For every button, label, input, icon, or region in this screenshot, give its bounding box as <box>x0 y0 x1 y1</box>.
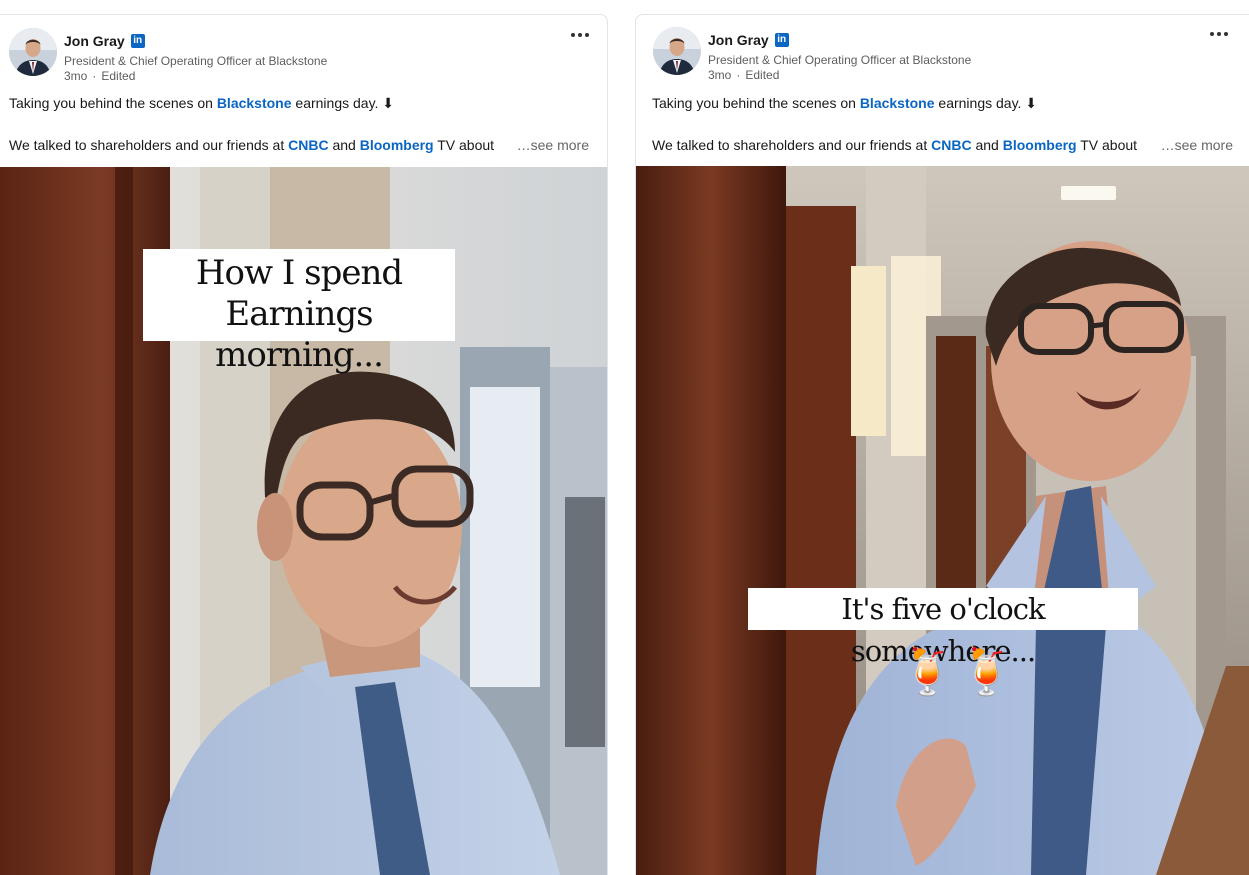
more-horizontal-icon <box>571 33 575 37</box>
text-segment: TV about <box>1076 137 1138 153</box>
video-caption-line-2: Earnings morning... <box>215 294 384 375</box>
more-dot <box>1217 32 1221 36</box>
text-segment: and <box>328 137 360 153</box>
mention-blackstone[interactable]: Blackstone <box>860 95 935 111</box>
post-video[interactable]: It's five o'clock somewhere... 🍹 🍹 <box>636 166 1249 875</box>
post-age: 3mo <box>708 68 732 82</box>
linkedin-icon: in <box>774 33 789 47</box>
author-name[interactable]: Jon Gray <box>64 33 125 49</box>
cocktail-emoji-1: 🍹 <box>899 645 957 697</box>
post-header: Jon Gray in President & Chief Operating … <box>0 15 607 85</box>
video-caption: It's five o'clock somewhere... <box>748 588 1138 668</box>
post-video[interactable]: How I spend Earnings morning... <box>0 167 607 875</box>
text-segment: Taking you behind the scenes on <box>9 95 217 111</box>
author-name[interactable]: Jon Gray <box>708 32 769 48</box>
feed-post-1: Jon Gray in President & Chief Operating … <box>0 14 608 875</box>
video-caption-line-1: How I spend <box>195 253 403 293</box>
more-horizontal-icon <box>1210 32 1214 36</box>
mention-cnbc[interactable]: CNBC <box>288 137 328 153</box>
see-more-button[interactable]: …see more <box>1161 137 1233 153</box>
post-text-line-2: We talked to shareholders and our friend… <box>9 137 494 153</box>
cocktail-emoji-2: 🍹 <box>958 645 1016 697</box>
edited-label: Edited <box>101 69 136 83</box>
more-options-button[interactable] <box>567 25 593 45</box>
text-segment: earnings day. ⬇ <box>291 95 395 111</box>
mention-cnbc[interactable]: CNBC <box>931 137 971 153</box>
author-avatar[interactable] <box>9 28 57 76</box>
text-segment: and <box>971 137 1003 153</box>
post-text-line-1: Taking you behind the scenes on Blacksto… <box>9 95 394 112</box>
meta-separator: · <box>92 69 97 83</box>
feed-post-2: Jon Gray in President & Chief Operating … <box>635 14 1249 875</box>
author-headline: President & Chief Operating Officer at B… <box>708 53 972 67</box>
linkedin-icon: in <box>130 34 145 48</box>
post-text-line-2: We talked to shareholders and our friend… <box>652 137 1137 153</box>
mention-bloomberg[interactable]: Bloomberg <box>1003 137 1077 153</box>
post-meta: 3mo · Edited <box>64 69 135 83</box>
meta-separator: · <box>736 68 741 82</box>
post-meta: 3mo · Edited <box>708 68 779 82</box>
video-caption: How I spend Earnings morning... <box>143 249 455 375</box>
edited-label: Edited <box>745 68 780 82</box>
author-avatar[interactable] <box>653 27 701 75</box>
more-dot <box>585 33 589 37</box>
more-dot <box>1224 32 1228 36</box>
post-header: Jon Gray in President & Chief Operating … <box>636 15 1249 85</box>
text-segment: TV about <box>433 137 495 153</box>
text-segment: Taking you behind the scenes on <box>652 95 860 111</box>
text-segment: We talked to shareholders and our friend… <box>652 137 932 153</box>
post-text-line-1: Taking you behind the scenes on Blacksto… <box>652 95 1037 112</box>
more-dot <box>578 33 582 37</box>
post-age: 3mo <box>64 69 88 83</box>
mention-bloomberg[interactable]: Bloomberg <box>360 137 434 153</box>
more-options-button[interactable] <box>1206 24 1232 44</box>
author-headline: President & Chief Operating Officer at B… <box>64 54 328 68</box>
video-frame <box>636 166 1249 875</box>
text-segment: earnings day. ⬇ <box>934 95 1038 111</box>
mention-blackstone[interactable]: Blackstone <box>217 95 292 111</box>
text-segment: We talked to shareholders and our friend… <box>9 137 289 153</box>
see-more-button[interactable]: …see more <box>517 137 589 153</box>
